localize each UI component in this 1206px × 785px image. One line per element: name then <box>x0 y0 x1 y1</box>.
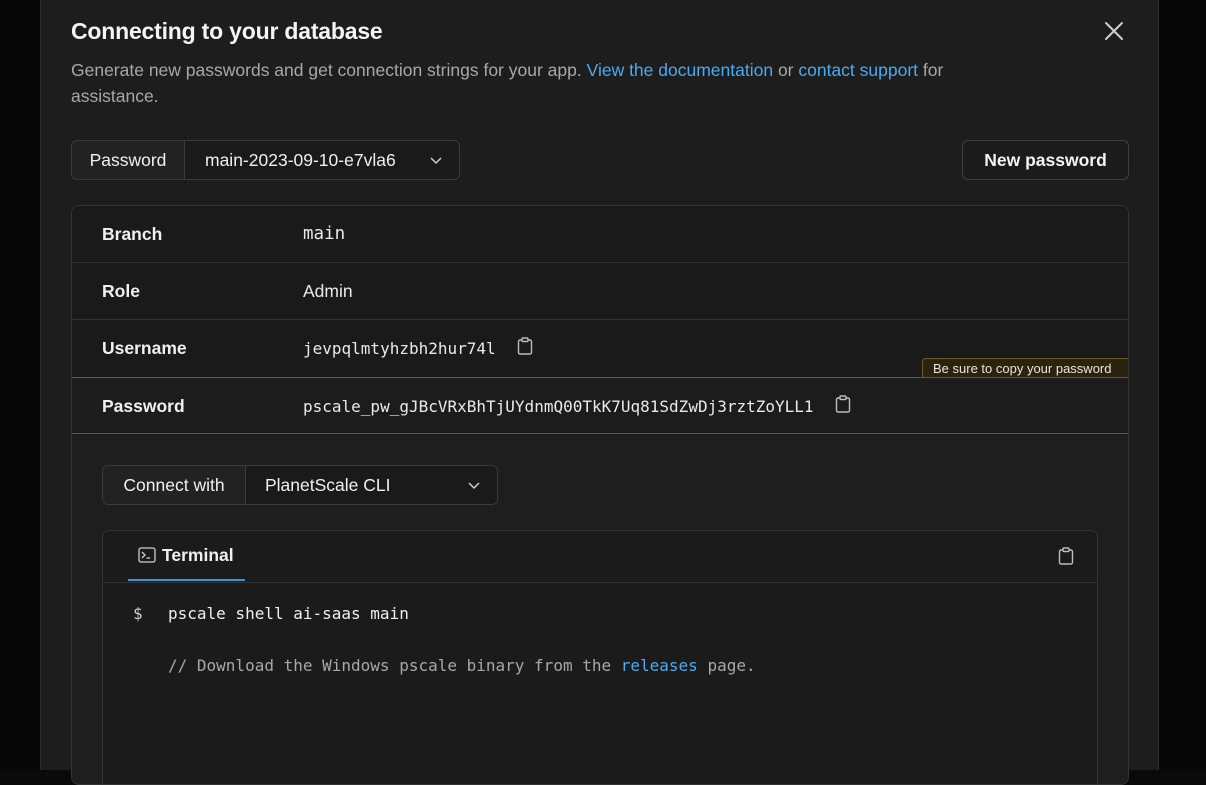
dialog-title: Connecting to your database <box>71 18 383 44</box>
subtitle-or: or <box>777 60 794 80</box>
branch-value: main <box>303 224 346 244</box>
copy-username-button[interactable] <box>516 336 534 360</box>
copy-password-button[interactable] <box>834 394 852 418</box>
dialog-subtitle: Generate new passwords and get connectio… <box>71 57 1031 109</box>
releases-link[interactable]: releases <box>621 656 698 675</box>
documentation-link[interactable]: View the documentation <box>587 60 773 80</box>
backdrop-left <box>0 0 40 770</box>
connect-with-value[interactable]: PlanetScale CLI <box>246 466 497 504</box>
subtitle-text: Generate new passwords and get connectio… <box>71 60 582 80</box>
support-link[interactable]: contact support <box>798 60 918 80</box>
role-value: Admin <box>303 280 353 301</box>
copy-password-hint: Be sure to copy your password <box>922 358 1128 377</box>
comment-text: // Download the Windows pscale binary fr… <box>168 656 612 675</box>
password-value: pscale_pw_gJBcVRxBhTjUYdnmQ00TkK7Uq81SdZ… <box>303 396 814 416</box>
terminal-header: Terminal <box>103 531 1097 583</box>
password-select-value[interactable]: main-2023-09-10-e7vla6 <box>185 141 459 179</box>
terminal-comment: // Download the Windows pscale binary fr… <box>168 656 756 675</box>
clipboard-icon <box>517 336 532 355</box>
password-select-label: Password <box>72 141 185 179</box>
close-icon <box>1105 22 1123 40</box>
clipboard-icon <box>835 394 850 413</box>
close-button[interactable] <box>1103 20 1125 42</box>
username-value: jevpqlmtyhzbh2hur74l <box>303 338 496 358</box>
terminal-icon <box>138 547 156 563</box>
terminal-command: pscale shell ai-saas main <box>168 604 409 623</box>
backdrop-right <box>1159 0 1206 770</box>
terminal-prompt: $ <box>133 604 143 623</box>
new-password-button[interactable]: New password <box>962 140 1129 180</box>
branch-label: Branch <box>102 223 163 244</box>
comment-suffix: page. <box>707 656 756 675</box>
username-label: Username <box>102 337 187 358</box>
connect-section: Connect with PlanetScale CLI Terminal $ … <box>72 435 1128 784</box>
role-label: Role <box>102 280 140 301</box>
password-value-wrap: pscale_pw_gJBcVRxBhTjUYdnmQ00TkK7Uq81SdZ… <box>303 378 852 434</box>
connect-with-select[interactable]: Connect with PlanetScale CLI <box>102 465 498 505</box>
detail-row-branch: Branch main <box>72 206 1128 263</box>
password-label: Password <box>102 395 185 416</box>
chevron-down-icon <box>430 157 442 165</box>
connect-dialog: Connecting to your database Generate new… <box>40 0 1159 785</box>
detail-row-password: Password pscale_pw_gJBcVRxBhTjUYdnmQ00Tk… <box>72 377 1128 434</box>
tab-terminal-label: Terminal <box>162 544 234 565</box>
copy-command-button[interactable] <box>1057 547 1075 570</box>
terminal-panel: Terminal $ pscale shell ai-saas main // … <box>102 530 1098 784</box>
connect-with-label: Connect with <box>103 466 246 504</box>
detail-row-role: Role Admin <box>72 263 1128 320</box>
clipboard-icon <box>1058 547 1074 565</box>
chevron-down-icon <box>468 482 480 490</box>
connection-details: Branch main Role Admin Username jevpqlmt… <box>71 205 1129 785</box>
password-select[interactable]: Password main-2023-09-10-e7vla6 <box>71 140 460 180</box>
tab-terminal[interactable]: Terminal <box>128 531 245 581</box>
username-value-wrap: jevpqlmtyhzbh2hur74l <box>303 320 534 376</box>
